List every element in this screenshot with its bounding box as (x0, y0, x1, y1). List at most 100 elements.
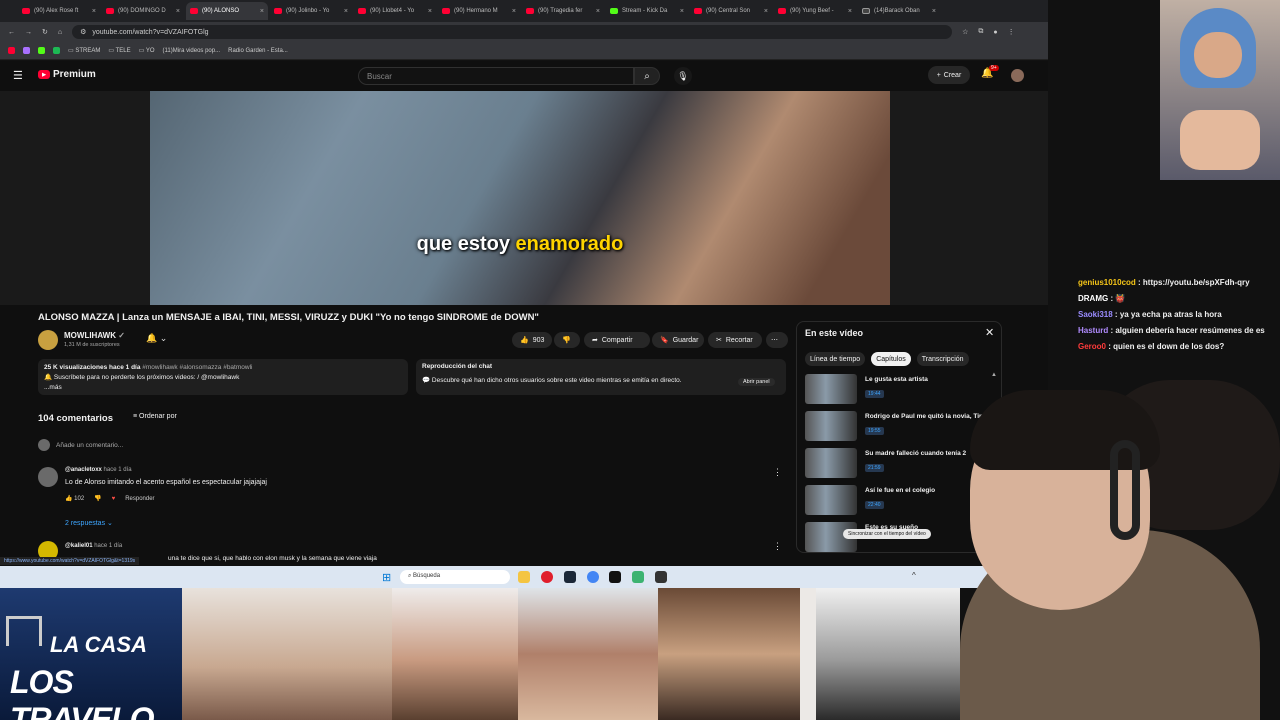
app-icon[interactable] (632, 571, 644, 583)
search-button[interactable]: ⌕ (634, 67, 660, 85)
back-icon[interactable]: ← (8, 29, 15, 36)
profile-icon[interactable]: ● (993, 29, 997, 36)
taskbar-search[interactable]: ⌕ Búsqueda (400, 570, 510, 584)
sort-comments-button[interactable]: ≡ Ordenar por (133, 413, 177, 420)
tab-close-icon[interactable]: × (260, 8, 264, 15)
comment-menu-icon[interactable]: ⋮ (773, 467, 782, 478)
tab-close-icon[interactable]: × (848, 8, 852, 15)
dislike-button[interactable]: 👎 (554, 332, 580, 348)
tab-close-icon[interactable]: × (596, 8, 600, 15)
tray-chevron-icon[interactable]: ^ (912, 571, 916, 580)
channel-avatar[interactable] (38, 330, 58, 350)
comment-menu-icon[interactable]: ⋮ (773, 541, 782, 552)
chat-text: alguien debería hacer resúmenes de es (1115, 326, 1265, 335)
chat-username: Saoki318 (1078, 310, 1113, 319)
youtube-logo[interactable]: ▶ Premium (38, 69, 96, 80)
hamburger-menu-icon[interactable]: ☰ (13, 69, 23, 82)
chrome-icon[interactable] (587, 571, 599, 583)
search-icon: ⌕ (408, 573, 412, 579)
webcam-overlay-costume (1160, 0, 1280, 180)
opera-icon[interactable] (541, 571, 553, 583)
chat-username: DRAMG (1078, 294, 1109, 303)
tab-close-icon[interactable]: × (932, 8, 936, 15)
file-explorer-icon[interactable] (518, 571, 530, 583)
browser-tab[interactable]: (90) Tragedia fer × (522, 2, 604, 20)
browser-tab[interactable]: (14)Barack Oban × (858, 2, 940, 20)
home-icon[interactable]: ⌂ (58, 29, 62, 36)
spotify-bookmark-icon[interactable] (53, 47, 60, 54)
tab-transcript[interactable]: Transcripción (916, 352, 969, 366)
save-button[interactable]: 🔖 Guardar (652, 332, 704, 348)
tab-favicon-icon (358, 8, 366, 14)
subscription-bell-button[interactable]: 🔔 ⌄ (146, 333, 167, 344)
more-actions-button[interactable]: ⋯ (766, 332, 788, 348)
steam-icon[interactable] (564, 571, 576, 583)
bookmark-folder-tele[interactable]: ▭ TELE (108, 47, 130, 54)
tab-close-icon[interactable]: × (512, 8, 516, 15)
twitch-bookmark-icon[interactable] (23, 47, 30, 54)
tab-timeline[interactable]: Línea de tiempo (805, 352, 866, 366)
kick-bookmark-icon[interactable] (38, 47, 45, 54)
share-button[interactable]: ➦ Compartir (584, 332, 650, 348)
sync-with-video-button[interactable]: Sincronizar con el tiempo del vídeo (843, 529, 931, 539)
show-replies-button[interactable]: 2 respuestas ⌄ (65, 519, 113, 527)
url-field[interactable]: ⚙ youtube.com/watch?v=dVZAIFOTGlg (72, 25, 953, 39)
show-more-link[interactable]: ...más (44, 383, 402, 393)
tab-close-icon[interactable]: × (764, 8, 768, 15)
browser-tab[interactable]: (90) ALONSO × (186, 2, 268, 20)
commenter-name[interactable]: @kaliel01 (65, 543, 93, 549)
extensions-icon[interactable]: ⧉ (978, 28, 983, 36)
like-button[interactable]: 👍 903 (512, 332, 552, 348)
tab-close-icon[interactable]: × (344, 8, 348, 15)
browser-tab[interactable]: (90) Llobet4 - Yo × (354, 2, 436, 20)
menu-icon[interactable]: ⋮ (1008, 28, 1015, 36)
reply-button[interactable]: Responder (125, 496, 154, 502)
channel-name[interactable]: MOWLIHAWK ✓ (64, 331, 125, 340)
browser-tab[interactable]: (90) Central Son × (690, 2, 772, 20)
site-info-icon[interactable]: ⚙ (80, 28, 86, 36)
chapter-thumbnail (805, 448, 857, 478)
comment-dislike-button[interactable]: 👎 (94, 495, 101, 502)
clip-button[interactable]: ✂ Recortar (708, 332, 762, 348)
browser-tab[interactable]: (90) DOMINGO D × (102, 2, 184, 20)
tab-chapters[interactable]: Capítulos (871, 352, 911, 366)
youtube-bookmark-icon[interactable] (8, 47, 15, 54)
bookmark-mira-videos[interactable]: (11)Mira videos pop... (163, 48, 221, 54)
tab-close-icon[interactable]: × (92, 8, 96, 15)
browser-tab[interactable]: (90) Jolinbo - Yo × (270, 2, 352, 20)
participant-video-1 (182, 588, 392, 720)
tab-close-icon[interactable]: × (680, 8, 684, 15)
user-avatar[interactable] (1011, 69, 1024, 82)
video-description[interactable]: 25 K visualizaciones hace 1 día #mowliha… (38, 359, 408, 395)
bookmark-star-icon[interactable]: ☆ (962, 28, 968, 36)
bookmark-radio-garden[interactable]: Radio Garden - Esta... (228, 48, 288, 54)
voice-search-button[interactable]: 🎙 (674, 67, 692, 85)
add-comment-row[interactable]: Añade un comentario... (38, 439, 123, 451)
chapter-thumbnail (805, 485, 857, 515)
reload-icon[interactable]: ↻ (42, 28, 48, 36)
windows-start-icon[interactable]: ⊞ (382, 571, 391, 584)
browser-tab[interactable]: (90) Hermano M × (438, 2, 520, 20)
app-icon[interactable] (655, 571, 667, 583)
browser-tab[interactable]: (90) Alex Rose ft × (18, 2, 100, 20)
video-player[interactable]: que estoy enamorado (150, 91, 890, 305)
commenter-name[interactable]: @anacletoxx (65, 467, 102, 473)
search-input[interactable]: Buscar (358, 67, 634, 85)
add-comment-input[interactable]: Añade un comentario... (56, 442, 123, 449)
close-icon[interactable]: ✕ (985, 326, 994, 339)
create-button[interactable]: + Crear (928, 66, 970, 84)
tab-label: (90) Jolinbo - Yo (286, 8, 330, 14)
open-chat-panel-button[interactable]: Abrir panel (738, 378, 775, 386)
browser-tab[interactable]: Stream - Kick Da × (606, 2, 688, 20)
bookmark-folder-stream[interactable]: ▭ STREAM (68, 47, 100, 54)
comment-like-button[interactable]: 👍 102 (65, 495, 84, 502)
chapter-thumbnail (805, 374, 857, 404)
tab-close-icon[interactable]: × (428, 8, 432, 15)
bookmark-folder-yo[interactable]: ▭ YO (139, 47, 155, 54)
browser-tab[interactable]: (90) Yung Beef - × (774, 2, 856, 20)
tab-label: (90) Hermano M (454, 8, 498, 14)
forward-icon[interactable]: → (25, 29, 32, 36)
kick-app-icon[interactable] (609, 571, 621, 583)
commenter-avatar[interactable] (38, 467, 58, 487)
tab-close-icon[interactable]: × (176, 8, 180, 15)
